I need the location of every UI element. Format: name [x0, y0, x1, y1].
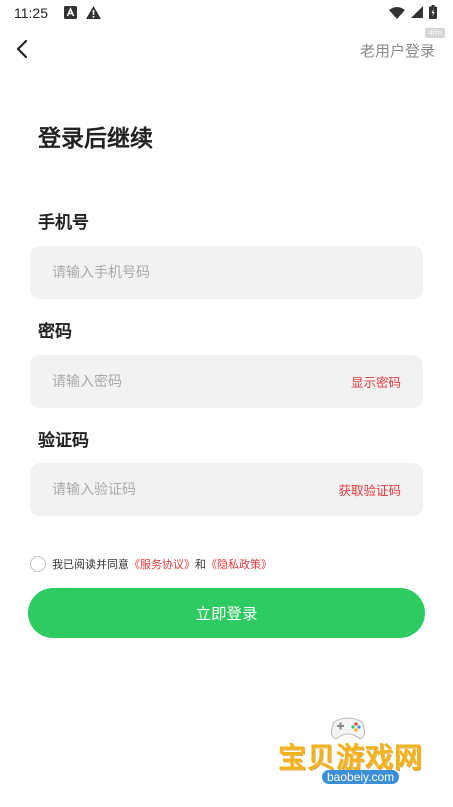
wifi-icon	[389, 6, 405, 19]
login-button[interactable]: 立即登录	[28, 588, 425, 638]
page-title: 登录后继续	[38, 126, 153, 152]
agreement: 我已阅读并同意 《服务协议》 和 《隐私政策》	[30, 555, 272, 573]
phone-input[interactable]	[52, 246, 322, 299]
code-input[interactable]	[52, 463, 322, 516]
phone-label: 手机号	[38, 213, 89, 233]
notification-a-icon	[64, 6, 77, 19]
agreement-and: 和	[195, 558, 206, 571]
signal-icon	[411, 6, 423, 18]
password-field: 显示密码	[30, 355, 423, 408]
watermark-logo: 宝贝游戏网 baobeiy.com	[270, 712, 430, 804]
code-field: 获取验证码	[30, 463, 423, 516]
status-bar: 11:25	[0, 0, 453, 28]
watermark-url: baobeiy.com	[322, 770, 400, 784]
service-agreement-link[interactable]: 《服务协议》	[129, 556, 195, 572]
phone-field	[30, 246, 423, 299]
privacy-policy-link[interactable]: 《隐私政策》	[206, 556, 272, 572]
old-user-login-link[interactable]: 老用户登录	[360, 40, 435, 61]
agreement-prefix: 我已阅读并同意	[52, 558, 129, 571]
code-label: 验证码	[38, 431, 89, 451]
corner-badge: 4fm	[425, 28, 445, 38]
agree-checkbox[interactable]	[30, 556, 46, 572]
nav-bar: 4fm 老用户登录	[0, 28, 453, 72]
password-label: 密码	[38, 322, 72, 342]
warning-icon	[86, 6, 101, 19]
get-code-button[interactable]: 获取验证码	[338, 480, 401, 499]
battery-icon	[429, 5, 437, 19]
status-left-icons	[64, 6, 101, 19]
password-input[interactable]	[52, 355, 322, 408]
status-right-icons	[389, 5, 437, 19]
back-chevron-icon	[16, 39, 28, 59]
status-time: 11:25	[14, 5, 48, 21]
back-button[interactable]	[10, 36, 36, 62]
show-password-button[interactable]: 显示密码	[351, 372, 401, 391]
